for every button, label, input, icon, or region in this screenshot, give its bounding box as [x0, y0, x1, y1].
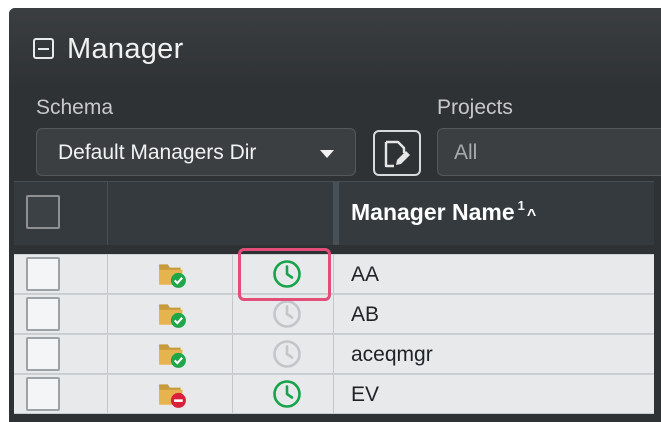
clock-icon — [271, 338, 303, 375]
column-divider — [333, 335, 334, 373]
table-row[interactable]: AA — [14, 254, 654, 294]
projects-label: Projects — [437, 96, 513, 119]
column-divider — [107, 181, 108, 245]
column-divider — [232, 295, 233, 333]
manager-name-cell: EV — [351, 383, 380, 406]
title-bar: Manager — [9, 8, 661, 88]
column-divider — [232, 335, 233, 373]
column-divider — [107, 335, 108, 373]
chevron-down-icon — [320, 150, 334, 158]
column-divider — [107, 295, 108, 333]
column-divider — [232, 255, 233, 293]
window-title: Manager — [67, 33, 184, 65]
highlight-annotation — [238, 248, 331, 301]
column-header-label: Manager Name — [351, 199, 515, 225]
table-row[interactable]: EV — [14, 374, 654, 414]
row-checkbox[interactable] — [26, 257, 60, 291]
edit-document-icon — [384, 140, 410, 168]
column-divider — [107, 375, 108, 413]
projects-dropdown-value: All — [454, 141, 478, 164]
column-divider — [333, 255, 334, 293]
row-checkbox[interactable] — [26, 297, 60, 331]
sort-ascending-icon: ^ — [526, 207, 537, 224]
schema-label: Schema — [36, 96, 114, 119]
manager-name-cell: aceqmgr — [351, 343, 433, 366]
table-row[interactable]: aceqmgr — [14, 334, 654, 374]
clock-icon — [271, 298, 303, 335]
schema-dropdown-value: Default Managers Dir — [58, 141, 257, 164]
column-divider — [333, 295, 334, 333]
row-checkbox[interactable] — [26, 337, 60, 371]
collapse-icon[interactable] — [33, 38, 54, 59]
schema-dropdown[interactable]: Default Managers Dir — [36, 128, 356, 176]
manager-name-cell: AB — [351, 303, 380, 326]
manager-name-column-header[interactable]: Manager Name 1^ — [351, 198, 536, 226]
folder-check-icon — [157, 339, 187, 374]
column-divider — [107, 255, 108, 293]
column-resize-handle[interactable] — [333, 181, 339, 245]
folder-check-icon — [157, 259, 187, 294]
table-row[interactable]: AB — [14, 294, 654, 334]
column-divider — [333, 375, 334, 413]
select-all-checkbox[interactable] — [26, 195, 60, 229]
folder-error-icon — [157, 379, 187, 414]
sort-index: 1 — [517, 198, 525, 213]
edit-schema-button[interactable] — [373, 130, 421, 176]
folder-check-icon — [157, 299, 187, 334]
row-checkbox[interactable] — [26, 377, 60, 411]
projects-dropdown[interactable]: All — [437, 128, 661, 176]
manager-name-cell: AA — [351, 263, 380, 286]
clock-icon[interactable] — [271, 378, 303, 415]
column-divider — [232, 375, 233, 413]
